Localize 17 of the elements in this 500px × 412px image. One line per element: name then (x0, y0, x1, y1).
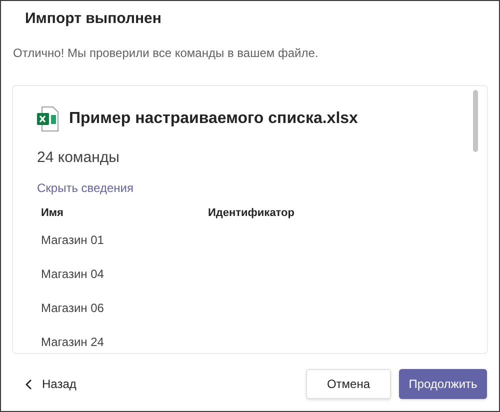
table-cell-text: Магазин 01 (41, 232, 104, 248)
dialog-message: Отлично! Мы проверили все команды в вашем файле. (13, 46, 318, 60)
scrollbar-thumb[interactable] (473, 90, 478, 152)
spreadsheet-file-icon (36, 106, 60, 132)
chevron-left-icon (25, 378, 32, 390)
dialog-title: Импорт выполнен (25, 10, 162, 27)
team-count: 24 команды (37, 149, 120, 166)
table-cell-text: Магазин 24 (41, 334, 104, 350)
back-button[interactable]: Назад (13, 375, 76, 393)
column-header: Идентификатор (208, 207, 294, 219)
column-header: Имя (41, 207, 64, 219)
table-cell-text: Магазин 06 (41, 300, 104, 316)
table-cell-text: Магазин 04 (41, 266, 104, 282)
cancel-button[interactable]: Отмена (306, 369, 391, 399)
hide-details-link[interactable]: Скрыть сведения (37, 181, 134, 195)
continue-button[interactable]: Продолжить (399, 369, 487, 399)
file-name: Пример настраиваемого списка.xlsx (69, 109, 358, 129)
